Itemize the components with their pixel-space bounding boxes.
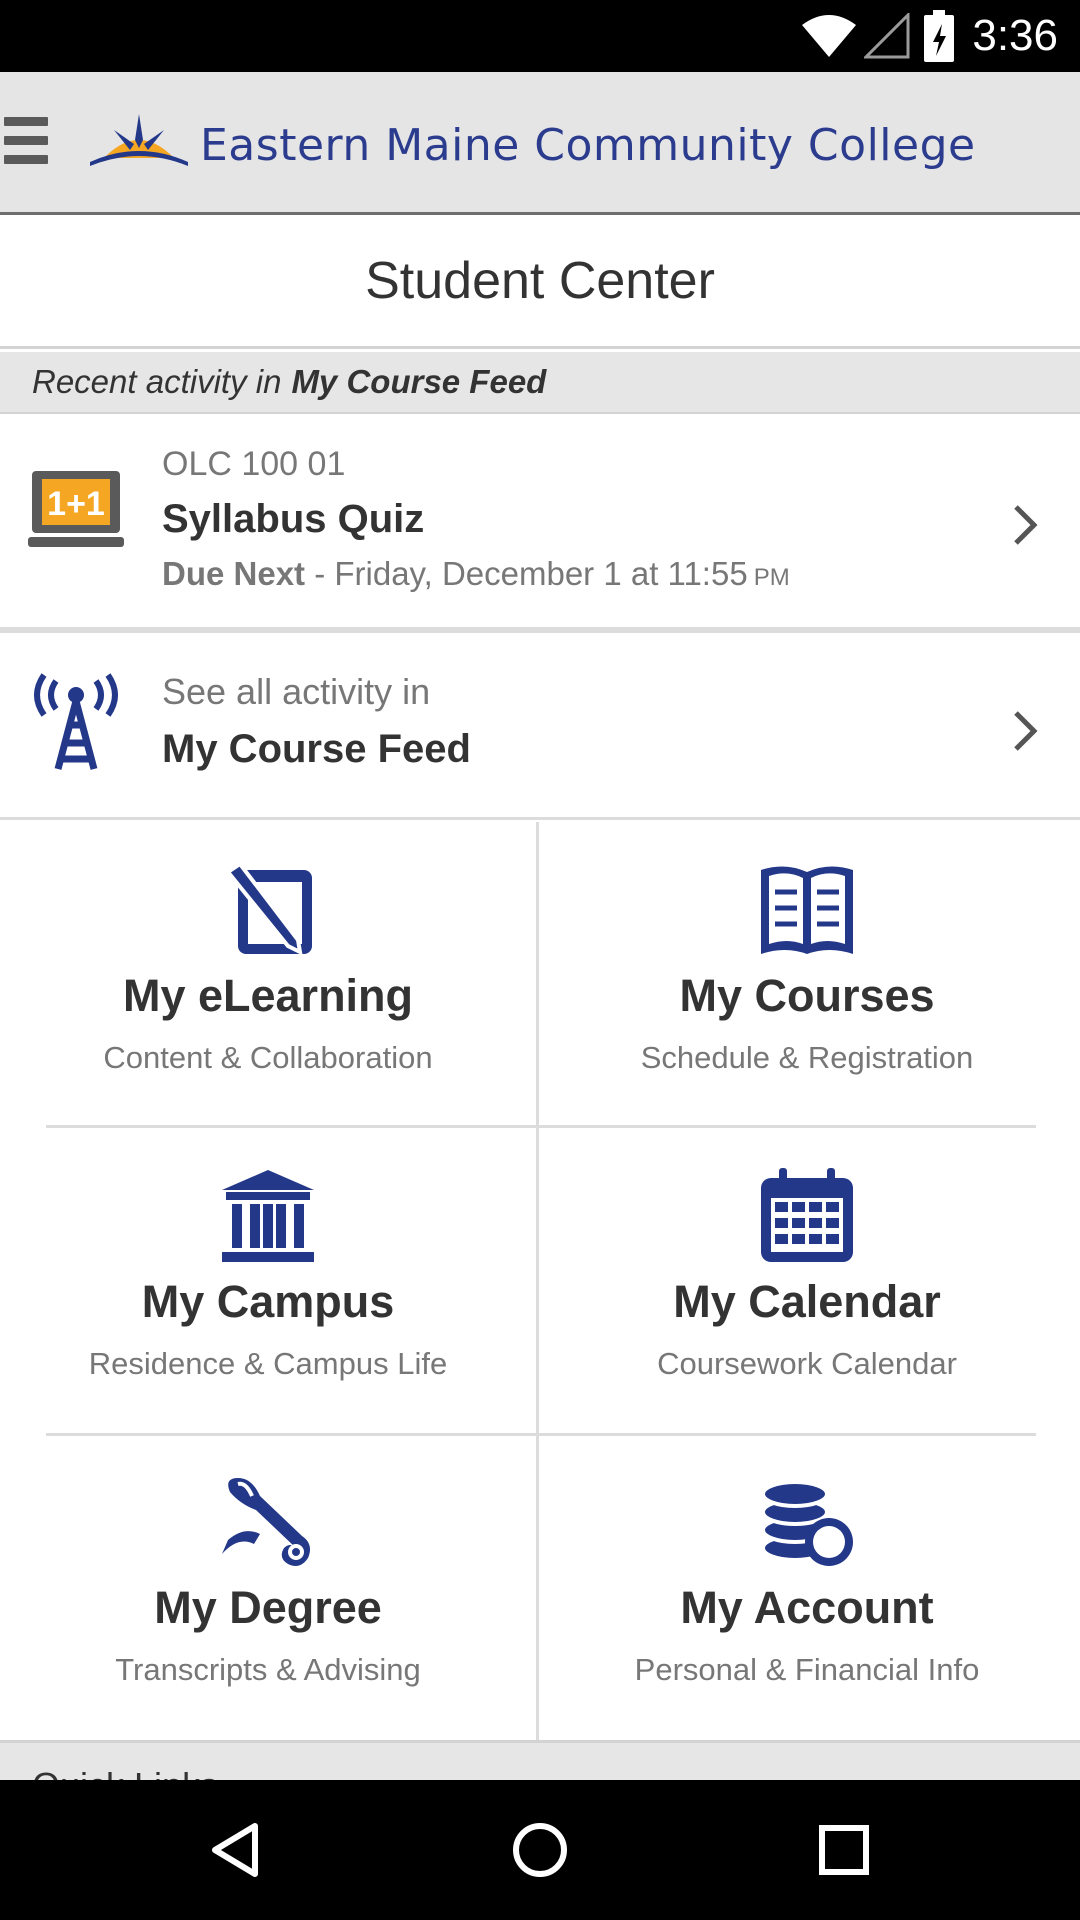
due-ampm: PM [753,564,790,591]
recent-activity-header: Recent activity in My Course Feed [0,352,1080,414]
coins-icon [761,1480,853,1566]
status-bar: 3:36 [0,0,1080,72]
tile-my-courses[interactable]: My Courses Schedule & Registration [539,822,1075,1128]
status-time: 3:36 [972,11,1058,60]
course-feed-link[interactable]: See all activity in My Course Feed [0,639,1080,820]
tile-my-campus[interactable]: My Campus Residence & Campus Life [0,1128,536,1434]
tile-my-degree[interactable]: My Degree Transcripts & Advising [0,1434,536,1740]
page-title: Student Center [0,215,1080,349]
feed-link-name: My Course Feed [162,727,471,771]
app-header: Eastern Maine Community College [0,72,1080,215]
tile-title: My Calendar [673,1276,941,1327]
tile-title: My Courses [679,970,935,1021]
broadcast-tower-icon [34,673,118,770]
recent-activity-feed-name: My Course Feed [291,363,547,400]
tile-subtitle: Residence & Campus Life [88,1346,448,1381]
back-icon[interactable] [207,1820,267,1880]
tile-title: My Degree [154,1582,382,1633]
quiz-title: Syllabus Quiz [162,497,425,541]
tile-title: My eLearning [122,970,414,1021]
wifi-icon [802,15,857,57]
signal-icon [864,13,910,59]
calendar-icon [761,1168,853,1262]
tile-my-calendar[interactable]: My Calendar Coursework Calendar [539,1128,1075,1434]
svg-text:1+1: 1+1 [47,485,105,523]
tile-subtitle: Coursework Calendar [657,1346,957,1381]
tile-my-elearning[interactable]: My eLearning Content & Collaboration [0,822,536,1128]
due-label: Due Next [162,555,306,592]
recent-apps-icon[interactable] [814,1820,874,1880]
tile-my-account[interactable]: My Account Personal & Financial Info [539,1434,1075,1740]
tile-subtitle: Transcripts & Advising [115,1652,421,1687]
tile-subtitle: Content & Collaboration [103,1040,433,1075]
diploma-icon [222,1478,310,1566]
quiz-due-date: Due Next - Friday, December 1 at 11:55 PM [162,555,790,593]
system-navigation-bar [0,1780,1080,1920]
college-name: Eastern Maine Community College [200,120,976,171]
recent-activity-prefix: Recent activity in [32,363,282,400]
menu-icon[interactable] [4,117,48,165]
quiz-course-code: OLC 100 01 [162,445,346,483]
college-logo-icon [90,114,188,166]
building-icon [222,1170,314,1262]
battery-icon [924,10,955,62]
quick-links-header: Quick Links [0,1740,1080,1780]
tile-subtitle: Schedule & Registration [640,1040,974,1075]
chevron-right-icon [1014,505,1038,545]
tile-title: My Campus [141,1276,395,1327]
online-course-icon: 1+1 [28,471,124,547]
quiz-feed-item[interactable]: 1+1 OLC 100 01 Syllabus Quiz Due Next - … [0,415,1080,633]
home-icon[interactable] [510,1820,570,1880]
due-datetime: - Friday, December 1 at 11:55 [305,555,748,592]
chevron-right-icon [1014,711,1038,751]
tile-subtitle: Personal & Financial Info [634,1652,980,1687]
feed-link-caption: See all activity in [162,671,431,712]
edit-icon [225,862,312,956]
menu-grid: My eLearning Content & Collaboration My … [0,822,1080,1740]
book-icon [761,866,853,954]
quick-links-label: Quick Links [32,1765,218,1780]
tile-title: My Account [680,1582,934,1633]
